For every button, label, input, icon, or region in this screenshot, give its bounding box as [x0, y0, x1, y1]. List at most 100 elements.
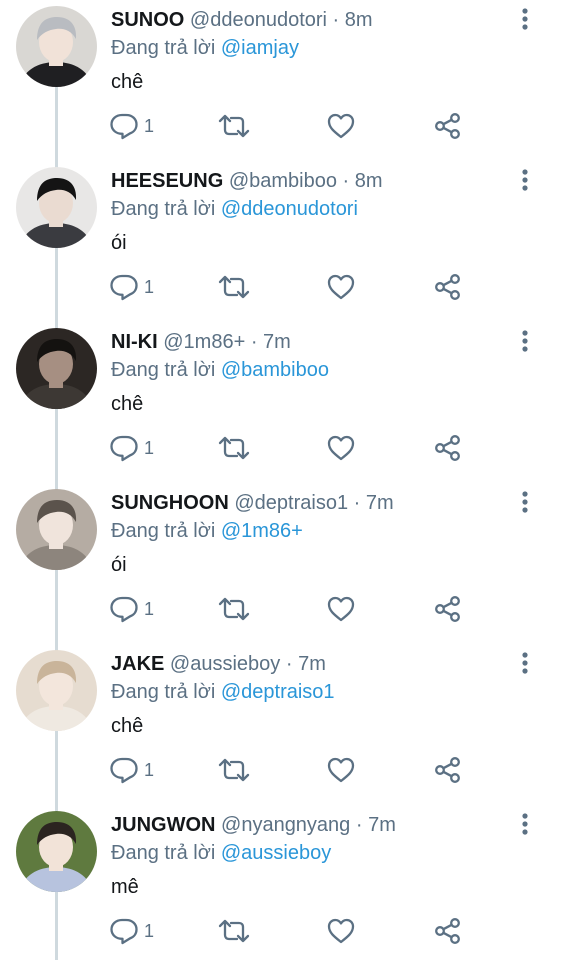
tweet-text: chê	[111, 715, 144, 737]
share-button[interactable]	[433, 433, 463, 463]
share-button[interactable]	[433, 594, 463, 624]
reply-button[interactable]: 1	[109, 755, 159, 785]
timestamp[interactable]: 7m	[298, 653, 326, 675]
tweet-text: chê	[111, 393, 144, 415]
retweet-button[interactable]	[217, 755, 251, 785]
tweet[interactable]: NI-KI @1m86+ · 7m Đang trả lời @bambiboo…	[0, 323, 569, 484]
replying-to-label: Đang trả lời	[111, 681, 216, 703]
like-button[interactable]	[326, 916, 356, 946]
avatar[interactable]	[16, 811, 97, 892]
retweet-icon	[218, 758, 250, 782]
username-handle[interactable]: @aussieboy	[170, 653, 280, 675]
retweet-button[interactable]	[217, 594, 251, 624]
tweet[interactable]: SUNGHOON @deptraiso1 · 7m Đang trả lời @…	[0, 484, 569, 645]
tweet-header: JAKE @aussieboy · 7m	[111, 649, 509, 679]
reply-button[interactable]: 1	[109, 594, 159, 624]
reply-button[interactable]: 1	[109, 433, 159, 463]
like-button[interactable]	[326, 111, 356, 141]
username-handle[interactable]: @deptraiso1	[234, 492, 348, 514]
more-vertical-icon[interactable]	[516, 812, 534, 836]
like-button[interactable]	[326, 594, 356, 624]
username-handle[interactable]: @ddeonudotori	[190, 9, 327, 31]
share-button[interactable]	[433, 272, 463, 302]
username-handle[interactable]: @1m86+	[163, 331, 245, 353]
display-name[interactable]: SUNOO	[111, 9, 184, 31]
reply-button[interactable]: 1	[109, 272, 159, 302]
tweet-header: JUNGWON @nyangnyang · 7m	[111, 810, 509, 840]
share-icon	[435, 757, 460, 783]
like-button[interactable]	[326, 272, 356, 302]
username-handle[interactable]: @nyangnyang	[221, 814, 350, 836]
reply-count: 1	[144, 921, 155, 941]
reply-count: 1	[144, 760, 155, 780]
tweet-header: SUNGHOON @deptraiso1 · 7m	[111, 488, 509, 518]
display-name[interactable]: HEESEUNG	[111, 170, 223, 192]
share-button[interactable]	[433, 755, 463, 785]
retweet-icon	[218, 597, 250, 621]
display-name[interactable]: SUNGHOON	[111, 492, 229, 514]
heart-icon	[327, 113, 355, 139]
retweet-icon	[218, 919, 250, 943]
reply-button[interactable]: 1	[109, 916, 159, 946]
mention-link[interactable]: @aussieboy	[221, 842, 331, 864]
share-icon	[435, 435, 460, 461]
avatar[interactable]	[16, 328, 97, 409]
share-icon	[435, 113, 460, 139]
replying-to-line: Đang trả lời @ddeonudotori	[111, 194, 358, 224]
retweet-icon	[218, 275, 250, 299]
like-button[interactable]	[326, 755, 356, 785]
avatar[interactable]	[16, 650, 97, 731]
username-handle[interactable]: @bambiboo	[229, 170, 337, 192]
heart-icon	[327, 757, 355, 783]
timestamp[interactable]: 7m	[263, 331, 291, 353]
separator-dot: ·	[250, 331, 258, 353]
tweet-text: chê	[111, 71, 144, 93]
tweet[interactable]: JUNGWON @nyangnyang · 7m Đang trả lời @a…	[0, 806, 569, 967]
tweet-text: mê	[111, 876, 139, 898]
avatar[interactable]	[16, 6, 97, 87]
tweet[interactable]: HEESEUNG @bambiboo · 8m Đang trả lời @dd…	[0, 162, 569, 323]
more-vertical-icon[interactable]	[516, 7, 534, 31]
timestamp[interactable]: 8m	[345, 9, 373, 31]
more-vertical-icon[interactable]	[516, 651, 534, 675]
reply-button[interactable]: 1	[109, 111, 159, 141]
retweet-button[interactable]	[217, 111, 251, 141]
tweet[interactable]: SUNOO @ddeonudotori · 8m Đang trả lời @i…	[0, 1, 569, 162]
timestamp[interactable]: 8m	[355, 170, 383, 192]
replying-to-label: Đang trả lời	[111, 359, 216, 381]
mention-link[interactable]: @iamjay	[221, 37, 299, 59]
share-icon	[435, 918, 460, 944]
heart-icon	[327, 918, 355, 944]
like-button[interactable]	[326, 433, 356, 463]
retweet-button[interactable]	[217, 916, 251, 946]
separator-dot: ·	[342, 170, 350, 192]
replying-to-label: Đang trả lời	[111, 520, 216, 542]
retweet-button[interactable]	[217, 272, 251, 302]
share-button[interactable]	[433, 916, 463, 946]
replying-to-line: Đang trả lời @1m86+	[111, 516, 303, 546]
tweet-text: ói	[111, 554, 127, 576]
reply-count: 1	[144, 599, 155, 619]
more-vertical-icon[interactable]	[516, 329, 534, 353]
share-button[interactable]	[433, 111, 463, 141]
timestamp[interactable]: 7m	[368, 814, 396, 836]
display-name[interactable]: NI-KI	[111, 331, 158, 353]
mention-link[interactable]: @bambiboo	[221, 359, 329, 381]
replying-to-line: Đang trả lời @bambiboo	[111, 355, 329, 385]
display-name[interactable]: JAKE	[111, 653, 164, 675]
retweet-button[interactable]	[217, 433, 251, 463]
tweet[interactable]: JAKE @aussieboy · 7m Đang trả lời @deptr…	[0, 645, 569, 806]
replying-to-label: Đang trả lời	[111, 842, 216, 864]
more-vertical-icon[interactable]	[516, 490, 534, 514]
reply-count: 1	[144, 277, 155, 297]
avatar[interactable]	[16, 167, 97, 248]
replying-to-line: Đang trả lời @aussieboy	[111, 838, 331, 868]
mention-link[interactable]: @ddeonudotori	[221, 198, 358, 220]
display-name[interactable]: JUNGWON	[111, 814, 215, 836]
separator-dot: ·	[353, 492, 361, 514]
mention-link[interactable]: @1m86+	[221, 520, 303, 542]
avatar[interactable]	[16, 489, 97, 570]
more-vertical-icon[interactable]	[516, 168, 534, 192]
mention-link[interactable]: @deptraiso1	[221, 681, 335, 703]
timestamp[interactable]: 7m	[366, 492, 394, 514]
